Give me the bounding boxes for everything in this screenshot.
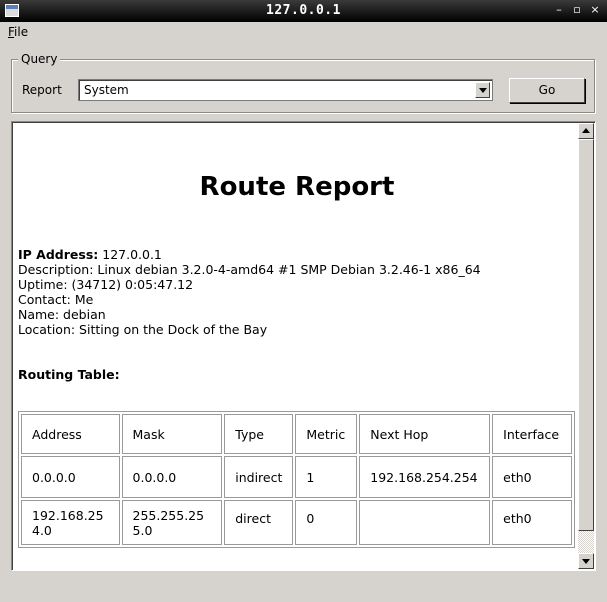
name-line: Name: debian [18, 307, 106, 322]
column-header: Interface [492, 414, 572, 455]
table-cell: indirect [224, 456, 294, 499]
report-label: Report [22, 83, 62, 97]
routing-table-heading: Routing Table: [18, 367, 120, 382]
menu-bar: File [0, 22, 607, 43]
table-header-row: Address Mask Type Metric Next Hop Interf… [21, 414, 572, 455]
table-cell: 0 [295, 500, 358, 545]
go-button[interactable]: Go [509, 78, 585, 103]
table-cell: 255.255.255.0 [121, 500, 223, 545]
close-icon[interactable]: × [589, 2, 601, 18]
table-cell: direct [224, 500, 294, 545]
maximize-icon[interactable]: ▫ [571, 2, 583, 18]
table-cell: 192.168.254.0 [21, 500, 120, 545]
chevron-down-icon[interactable] [475, 82, 490, 98]
table-cell: eth0 [492, 456, 572, 499]
main-window: 127.0.0.1 – ▫ × File Query Report System… [0, 0, 607, 602]
window-title: 127.0.0.1 [266, 3, 341, 18]
scroll-up-icon[interactable] [578, 123, 594, 139]
routing-table: Address Mask Type Metric Next Hop Interf… [18, 411, 575, 548]
location-line: Location: Sitting on the Dock of the Bay [18, 322, 268, 337]
table-row: 192.168.254.0 255.255.255.0 direct 0 eth… [21, 500, 572, 545]
table-cell: 0.0.0.0 [121, 456, 223, 499]
report-content: Route Report IP Address: 127.0.0.1 Descr… [18, 122, 576, 568]
contact-line: Contact: Me [18, 292, 94, 307]
query-group-title: Query [18, 52, 61, 66]
system-info: IP Address: 127.0.0.1 Description: Linux… [18, 247, 481, 337]
report-view[interactable]: Route Report IP Address: 127.0.0.1 Descr… [11, 121, 596, 571]
ip-address-line: IP Address: 127.0.0.1 [18, 247, 162, 262]
report-title: Route Report [199, 172, 395, 202]
table-cell: eth0 [492, 500, 572, 545]
table-row: 0.0.0.0 0.0.0.0 indirect 1 192.168.254.2… [21, 456, 572, 499]
column-header: Mask [121, 414, 223, 455]
table-cell: 1 [295, 456, 358, 499]
vertical-scrollbar[interactable] [578, 123, 594, 569]
column-header: Metric [295, 414, 358, 455]
title-bar[interactable]: 127.0.0.1 – ▫ × [0, 0, 607, 22]
report-select[interactable]: System [78, 79, 493, 101]
table-cell: 192.168.254.254 [359, 456, 491, 499]
menu-file[interactable]: File [8, 25, 28, 39]
minimize-icon[interactable]: – [553, 2, 565, 18]
table-cell [359, 500, 491, 545]
column-header: Next Hop [359, 414, 491, 455]
report-select-value: System [84, 83, 129, 97]
column-header: Address [21, 414, 120, 455]
table-cell: 0.0.0.0 [21, 456, 120, 499]
uptime-line: Uptime: (34712) 0:05:47.12 [18, 277, 194, 292]
scroll-down-icon[interactable] [578, 553, 594, 569]
description-line: Description: Linux debian 3.2.0-4-amd64 … [18, 262, 481, 277]
column-header: Type [224, 414, 294, 455]
scrollbar-thumb[interactable] [578, 139, 594, 531]
